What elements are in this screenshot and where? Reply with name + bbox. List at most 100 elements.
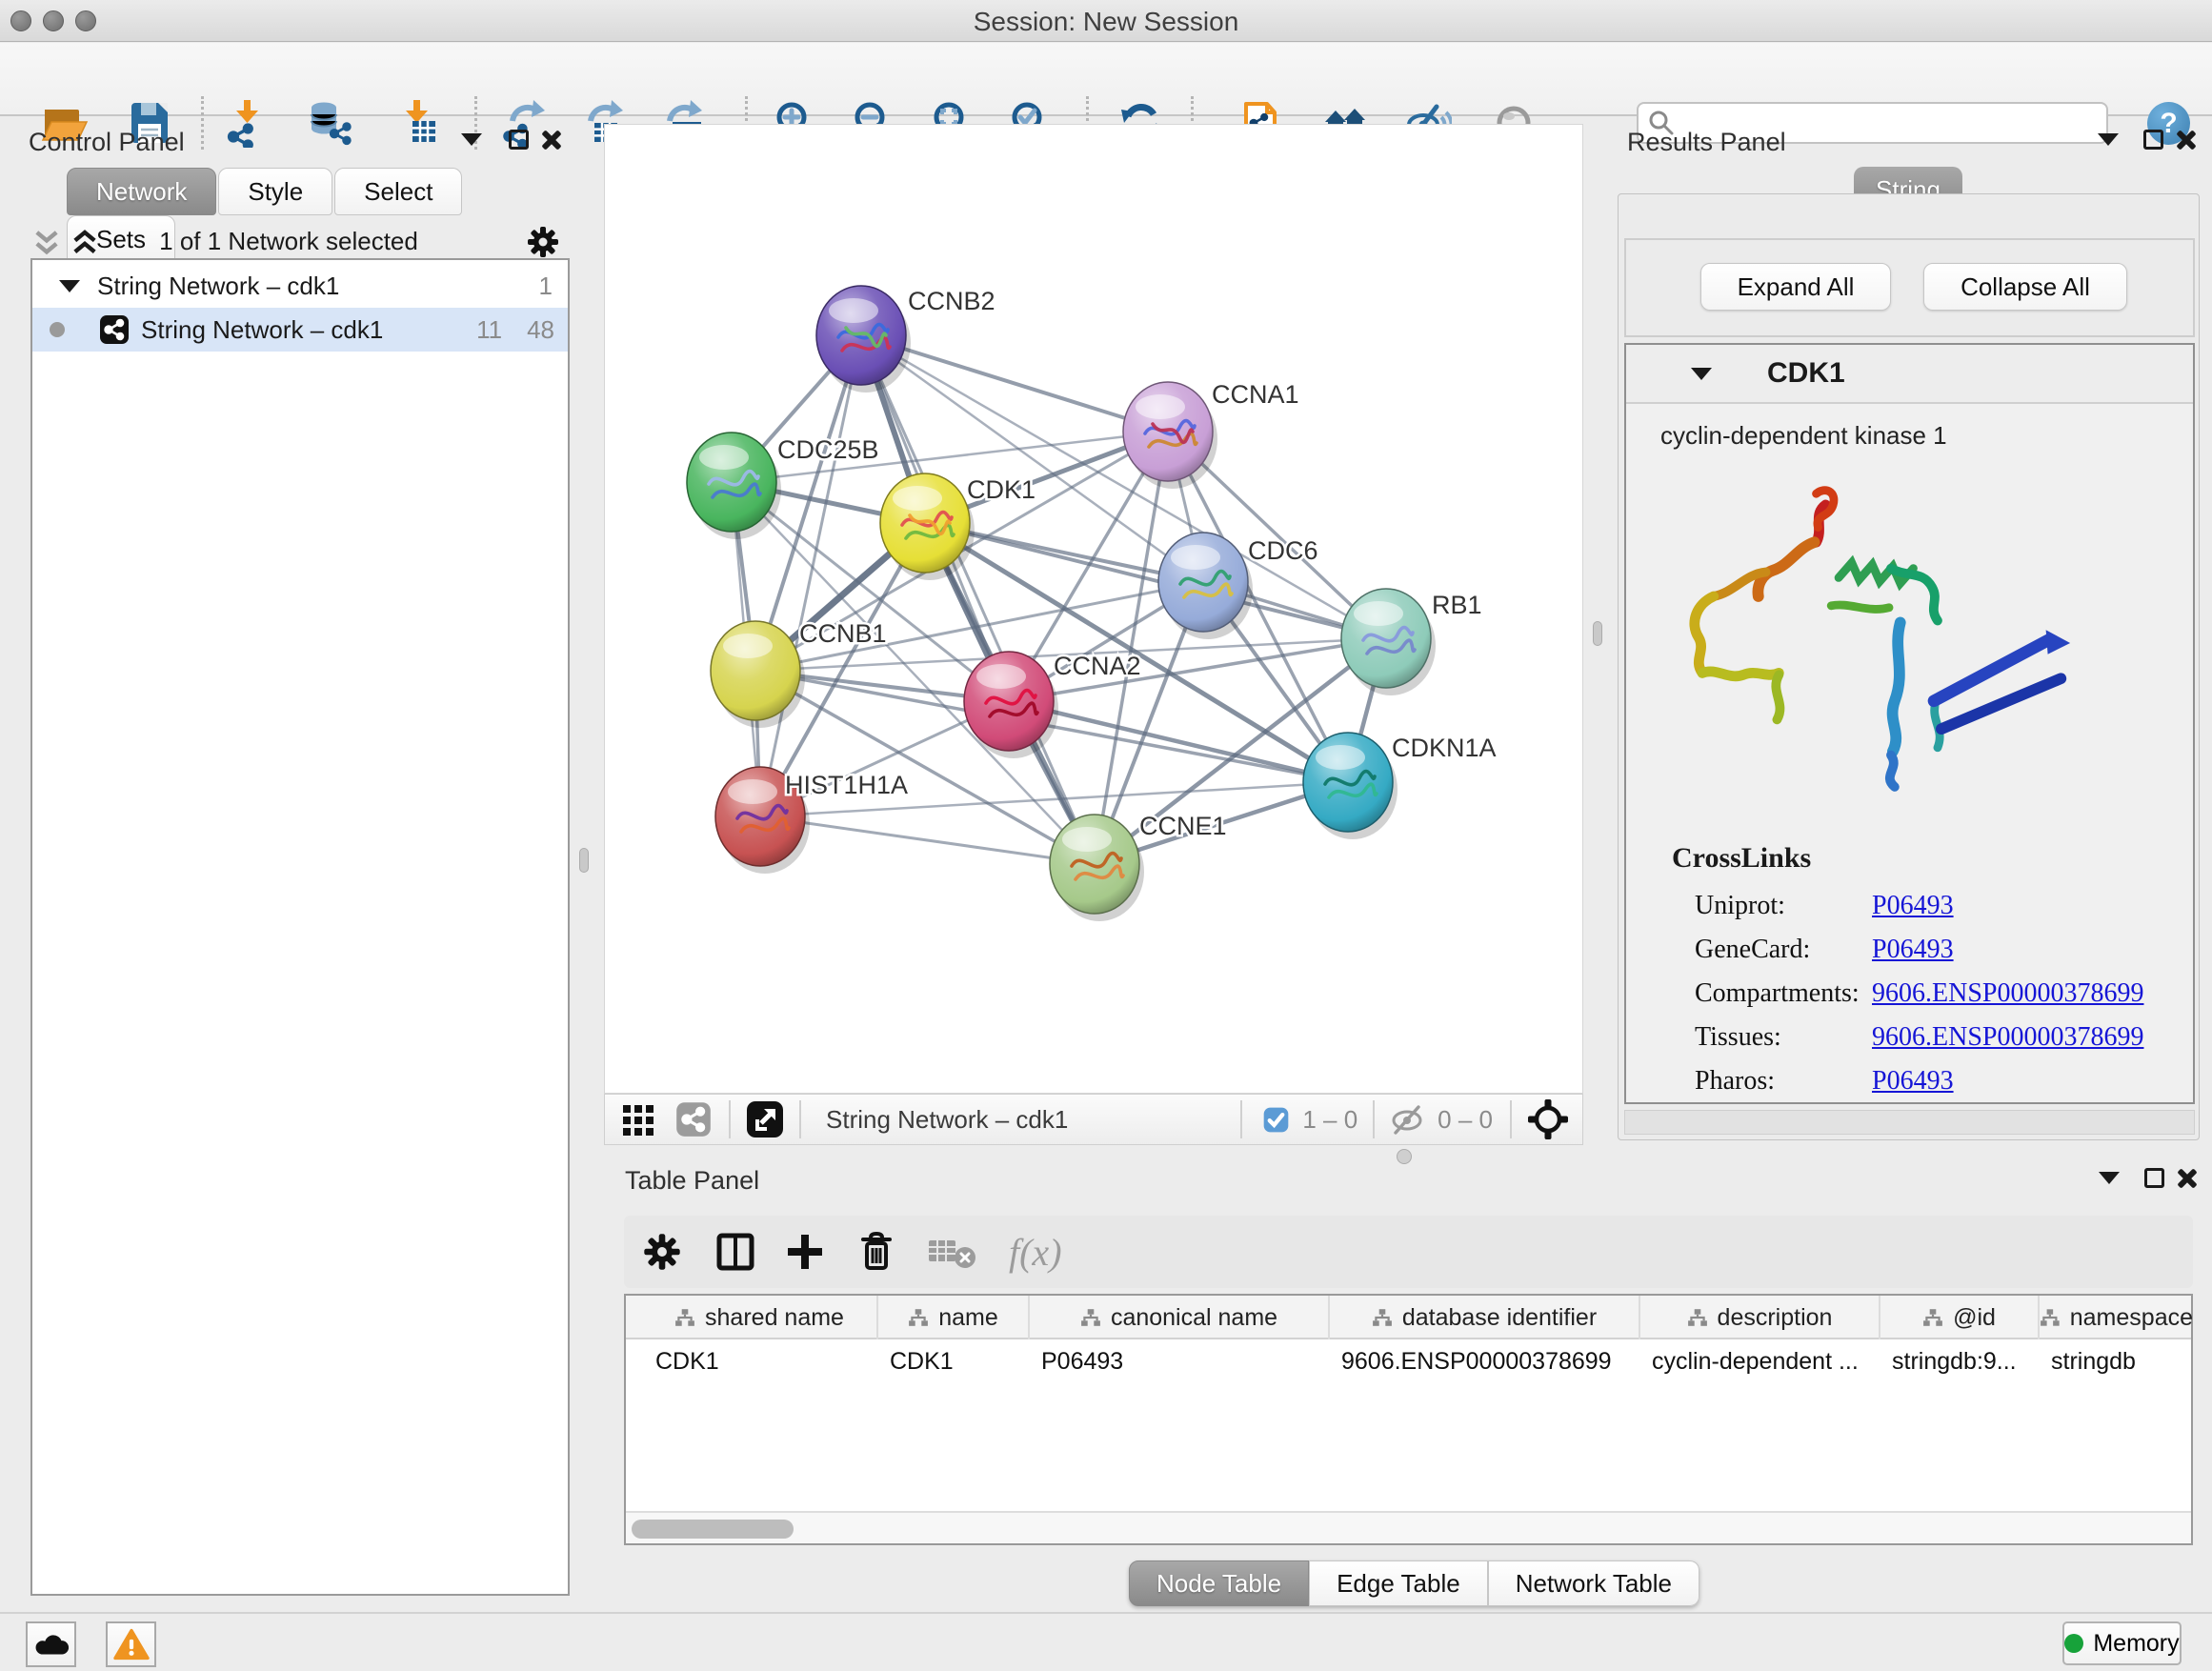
right-splitter-handle[interactable] bbox=[1593, 621, 1602, 646]
column-header-namespace[interactable]: namespace bbox=[2038, 1296, 2193, 1339]
cloud-tasks-button[interactable] bbox=[26, 1621, 76, 1667]
column-header-canonical-name[interactable]: canonical name bbox=[1028, 1296, 1328, 1339]
crosslink-row: Pharos:P06493 bbox=[1695, 1059, 2193, 1103]
node-label-CCNA2: CCNA2 bbox=[1054, 652, 1141, 680]
tab-node-table[interactable]: Node Table bbox=[1129, 1560, 1309, 1606]
node-details-collapse-icon[interactable] bbox=[1691, 368, 1712, 380]
node-details-header[interactable]: CDK1 bbox=[1626, 345, 2193, 404]
network-edge-HIST1H1A-CCNE1[interactable] bbox=[760, 816, 1095, 864]
crosslinks-list: Uniprot:P06493GeneCard:P06493Compartment… bbox=[1695, 884, 2193, 1103]
left-splitter-handle[interactable] bbox=[579, 848, 589, 873]
column-header-shared-name[interactable]: shared name bbox=[642, 1296, 876, 1339]
table-cell[interactable]: CDK1 bbox=[642, 1339, 876, 1383]
table-settings-gear-icon[interactable] bbox=[641, 1231, 683, 1273]
table-cell[interactable]: P06493 bbox=[1028, 1339, 1328, 1383]
delete-column-icon[interactable] bbox=[855, 1230, 898, 1274]
network-tree: String Network – cdk1 1 String Network –… bbox=[30, 258, 570, 1596]
selected-checkbox-icon[interactable] bbox=[1263, 1107, 1289, 1133]
tab-network[interactable]: Network bbox=[67, 168, 216, 215]
network-view-share-icon[interactable] bbox=[675, 1101, 712, 1137]
table-panel-collapse-icon[interactable] bbox=[2099, 1172, 2120, 1189]
tab-style[interactable]: Style bbox=[218, 168, 332, 215]
string-results-container: Expand All Collapse All CDK1 cyclin-depe… bbox=[1618, 193, 2200, 1140]
table-scrollbar-thumb[interactable] bbox=[632, 1520, 794, 1539]
node-label-CDC6: CDC6 bbox=[1248, 536, 1318, 565]
network-options-gear-icon[interactable] bbox=[524, 223, 562, 261]
crosslink-label: Pharos: bbox=[1695, 1066, 1872, 1097]
network-selected-status: 1 of 1 Network selected bbox=[10, 227, 568, 256]
table-cell[interactable]: stringdb bbox=[2038, 1339, 2193, 1383]
network-node-CDKN1A[interactable]: CDKN1A bbox=[1303, 733, 1497, 839]
node-label-CCNB1: CCNB1 bbox=[799, 619, 887, 648]
node-details-box: CDK1 cyclin-dependent kinase 1 bbox=[1624, 343, 2195, 1104]
crosslink-link[interactable]: 9606.ENSP00000378699 bbox=[1872, 1022, 2143, 1053]
network-edge-CCNB2-HIST1H1A[interactable] bbox=[760, 335, 861, 816]
network-view-title: String Network – cdk1 bbox=[826, 1105, 1068, 1135]
network-row-selected[interactable]: String Network – cdk1 11 48 bbox=[32, 308, 568, 352]
crosslink-row: Compartments:9606.ENSP00000378699 bbox=[1695, 972, 2193, 1016]
network-node-CDK1[interactable]: CDK1 bbox=[880, 473, 1036, 580]
crosslink-link[interactable]: P06493 bbox=[1872, 1066, 1954, 1097]
table-panel-float-icon[interactable] bbox=[2144, 1168, 2164, 1193]
memory-button[interactable]: Memory bbox=[2062, 1621, 2182, 1665]
network-node-RB1[interactable]: RB1 bbox=[1341, 589, 1482, 695]
network-node-HIST1H1A[interactable]: HIST1H1A bbox=[715, 767, 908, 874]
network-node-count: 11 bbox=[476, 315, 502, 345]
grid-view-icon[interactable] bbox=[620, 1100, 658, 1138]
pan-crosshair-icon[interactable] bbox=[1527, 1098, 1569, 1140]
table-panel-close-icon[interactable] bbox=[2177, 1168, 2198, 1194]
function-builder-icon[interactable]: f(x) bbox=[1009, 1230, 1062, 1275]
column-header-description[interactable]: description bbox=[1639, 1296, 1879, 1339]
results-panel-collapse-icon[interactable] bbox=[2098, 133, 2119, 151]
node-label-CCNB2: CCNB2 bbox=[908, 287, 995, 315]
tab-select[interactable]: Select bbox=[334, 168, 462, 215]
column-header-database-identifier[interactable]: database identifier bbox=[1328, 1296, 1639, 1339]
status-bar: Memory bbox=[0, 1612, 2212, 1671]
crosslink-link[interactable]: P06493 bbox=[1872, 891, 1954, 921]
table-horizontal-scrollbar[interactable] bbox=[626, 1511, 2191, 1543]
network-label: String Network – cdk1 bbox=[141, 315, 383, 345]
collection-expand-icon[interactable] bbox=[59, 280, 80, 292]
warnings-button[interactable] bbox=[106, 1621, 156, 1667]
results-panel-float-icon[interactable] bbox=[2143, 130, 2163, 154]
node-label-HIST1H1A: HIST1H1A bbox=[785, 771, 908, 799]
memory-label: Memory bbox=[2093, 1630, 2179, 1658]
table-cell[interactable]: 9606.ENSP00000378699 bbox=[1328, 1339, 1639, 1383]
delete-table-icon[interactable] bbox=[927, 1233, 976, 1271]
results-panel-close-icon[interactable] bbox=[2176, 130, 2197, 155]
results-scrollbar[interactable] bbox=[1624, 1110, 2195, 1135]
network-collection-row[interactable]: String Network – cdk1 1 bbox=[32, 264, 568, 308]
tab-edge-table[interactable]: Edge Table bbox=[1309, 1560, 1488, 1606]
control-panel-float-icon[interactable] bbox=[509, 130, 529, 154]
node-details-title: CDK1 bbox=[1767, 357, 1845, 390]
open-external-icon[interactable] bbox=[746, 1100, 784, 1138]
protein-structure-image bbox=[1651, 456, 2127, 830]
crosslink-label: Compartments: bbox=[1695, 978, 1872, 1009]
crosslink-label: Uniprot: bbox=[1695, 891, 1872, 921]
column-header-name[interactable]: name bbox=[876, 1296, 1028, 1339]
expand-all-button[interactable]: Expand All bbox=[1700, 263, 1891, 311]
tab-network-table[interactable]: Network Table bbox=[1488, 1560, 1699, 1606]
table-cell[interactable]: stringdb:9... bbox=[1879, 1339, 2038, 1383]
table-cell[interactable]: cyclin-dependent ... bbox=[1639, 1339, 1879, 1383]
hidden-eye-slash-icon[interactable] bbox=[1388, 1103, 1426, 1136]
control-panel-close-icon[interactable] bbox=[541, 130, 562, 155]
node-label-CDC25B: CDC25B bbox=[777, 435, 879, 464]
table-panel-title: Table Panel bbox=[625, 1166, 759, 1196]
table-toolbar: f(x) bbox=[624, 1216, 2193, 1288]
show-columns-icon[interactable] bbox=[714, 1230, 757, 1274]
crosslink-link[interactable]: 9606.ENSP00000378699 bbox=[1872, 978, 2143, 1009]
control-panel-collapse-icon[interactable] bbox=[461, 133, 482, 151]
network-node-CCNB1[interactable]: CCNB1 bbox=[711, 619, 887, 728]
collapse-all-button[interactable]: Collapse All bbox=[1923, 263, 2127, 311]
network-node-CCNB2[interactable]: CCNB2 bbox=[816, 286, 995, 393]
bottom-splitter-handle[interactable] bbox=[1397, 1149, 1412, 1164]
crosslink-label: Tissues: bbox=[1695, 1022, 1872, 1053]
network-view-canvas[interactable]: CCNB2CCNA1CDC25BCDK1CDC6RB1CCNB1CCNA2CDK… bbox=[604, 124, 1583, 1094]
crosslink-row: Uniprot:P06493 bbox=[1695, 884, 2193, 928]
column-header--id[interactable]: @id bbox=[1879, 1296, 2038, 1339]
cloud-icon bbox=[33, 1630, 70, 1659]
add-column-icon[interactable] bbox=[784, 1231, 826, 1273]
crosslink-link[interactable]: P06493 bbox=[1872, 935, 1954, 965]
table-cell[interactable]: CDK1 bbox=[876, 1339, 1028, 1383]
